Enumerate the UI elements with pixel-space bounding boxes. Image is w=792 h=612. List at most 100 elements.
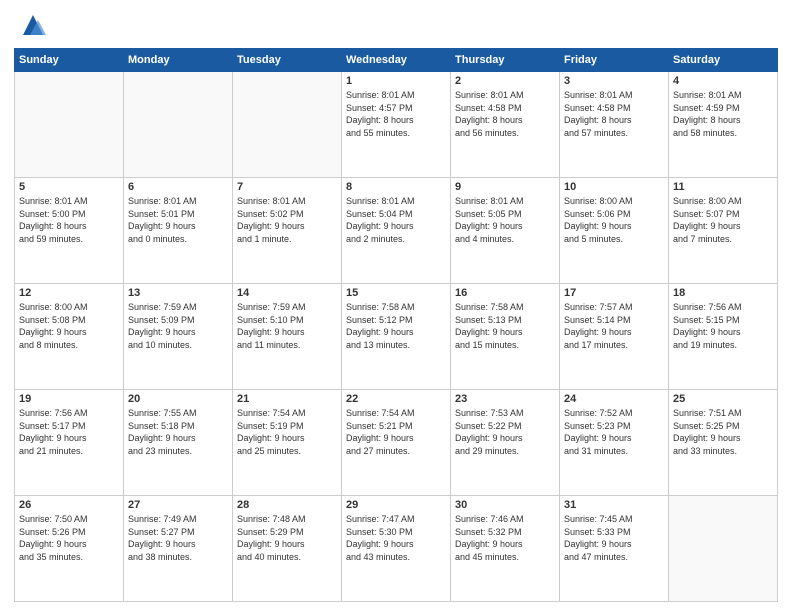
day-info: Sunrise: 7:51 AM Sunset: 5:25 PM Dayligh… [673, 407, 773, 457]
calendar-cell: 12Sunrise: 8:00 AM Sunset: 5:08 PM Dayli… [15, 284, 124, 390]
day-number: 30 [455, 499, 555, 511]
day-number: 12 [19, 287, 119, 299]
day-info: Sunrise: 8:01 AM Sunset: 5:05 PM Dayligh… [455, 195, 555, 245]
day-info: Sunrise: 8:01 AM Sunset: 4:58 PM Dayligh… [455, 89, 555, 139]
day-info: Sunrise: 7:59 AM Sunset: 5:09 PM Dayligh… [128, 301, 228, 351]
day-header-tuesday: Tuesday [233, 49, 342, 72]
calendar-header-row: SundayMondayTuesdayWednesdayThursdayFrid… [15, 49, 778, 72]
calendar-cell: 5Sunrise: 8:01 AM Sunset: 5:00 PM Daylig… [15, 178, 124, 284]
day-number: 8 [346, 181, 446, 193]
day-info: Sunrise: 8:01 AM Sunset: 5:02 PM Dayligh… [237, 195, 337, 245]
day-number: 31 [564, 499, 664, 511]
calendar-cell: 20 Sunrise: 7:55 AM Sunset: 5:18 PM Dayli… [124, 390, 233, 496]
calendar-week-4: 19 Sunrise: 7:56 AM Sunset: 5:17 PM Dayli… [15, 390, 778, 496]
day-header-saturday: Saturday [669, 49, 778, 72]
day-number: 9 [455, 181, 555, 193]
page-container: SundayMondayTuesdayWednesdayThursdayFrid… [0, 0, 792, 612]
calendar-week-5: 26 Sunrise: 7:50 AM Sunset: 5:26 PM Dayli… [15, 496, 778, 602]
day-info: Sunrise: 7:54 AM Sunset: 5:21 PM Dayligh… [346, 407, 446, 457]
day-header-thursday: Thursday [451, 49, 560, 72]
day-number: 17 [564, 287, 664, 299]
header [14, 10, 778, 40]
calendar-cell: 7 Sunrise: 8:01 AM Sunset: 5:02 PM Daylig… [233, 178, 342, 284]
day-number: 29 [346, 499, 446, 511]
calendar-cell: 28 Sunrise: 7:48 AM Sunset: 5:29 PM Dayli… [233, 496, 342, 602]
calendar-cell: 11 Sunrise: 8:00 AM Sunset: 5:07 PM Dayli… [669, 178, 778, 284]
day-number: 24 [564, 393, 664, 405]
day-number: 25 [673, 393, 773, 405]
day-info: Sunrise: 7:58 AM Sunset: 5:13 PM Dayligh… [455, 301, 555, 351]
day-number: 6 [128, 181, 228, 193]
day-header-sunday: Sunday [15, 49, 124, 72]
calendar-cell: 19 Sunrise: 7:56 AM Sunset: 5:17 PM Dayli… [15, 390, 124, 496]
day-info: Sunrise: 8:01 AM Sunset: 4:57 PM Dayligh… [346, 89, 446, 139]
day-number: 11 [673, 181, 773, 193]
calendar-cell: 25 Sunrise: 7:51 AM Sunset: 5:25 PM Dayli… [669, 390, 778, 496]
calendar-cell: 15Sunrise: 7:58 AM Sunset: 5:12 PM Dayli… [342, 284, 451, 390]
day-number: 1 [346, 75, 446, 87]
day-number: 21 [237, 393, 337, 405]
calendar-cell: 10 Sunrise: 8:00 AM Sunset: 5:06 PM Dayli… [560, 178, 669, 284]
day-number: 26 [19, 499, 119, 511]
day-number: 4 [673, 75, 773, 87]
day-number: 16 [455, 287, 555, 299]
day-info: Sunrise: 7:50 AM Sunset: 5:26 PM Dayligh… [19, 513, 119, 563]
calendar-cell: 2 Sunrise: 8:01 AM Sunset: 4:58 PM Daylig… [451, 72, 560, 178]
day-number: 13 [128, 287, 228, 299]
day-info: Sunrise: 7:49 AM Sunset: 5:27 PM Dayligh… [128, 513, 228, 563]
day-number: 14 [237, 287, 337, 299]
day-info: Sunrise: 7:47 AM Sunset: 5:30 PM Dayligh… [346, 513, 446, 563]
calendar-week-3: 12Sunrise: 8:00 AM Sunset: 5:08 PM Dayli… [15, 284, 778, 390]
day-number: 22 [346, 393, 446, 405]
calendar-cell [669, 496, 778, 602]
day-info: Sunrise: 7:59 AM Sunset: 5:10 PM Dayligh… [237, 301, 337, 351]
day-number: 7 [237, 181, 337, 193]
day-info: Sunrise: 8:00 AM Sunset: 5:06 PM Dayligh… [564, 195, 664, 245]
day-info: Sunrise: 8:01 AM Sunset: 5:04 PM Dayligh… [346, 195, 446, 245]
day-info: Sunrise: 7:45 AM Sunset: 5:33 PM Dayligh… [564, 513, 664, 563]
day-number: 23 [455, 393, 555, 405]
calendar-cell: 8 Sunrise: 8:01 AM Sunset: 5:04 PM Daylig… [342, 178, 451, 284]
calendar-cell: 1 Sunrise: 8:01 AM Sunset: 4:57 PM Daylig… [342, 72, 451, 178]
calendar-cell: 14 Sunrise: 7:59 AM Sunset: 5:10 PM Dayli… [233, 284, 342, 390]
calendar-cell: 22 Sunrise: 7:54 AM Sunset: 5:21 PM Dayli… [342, 390, 451, 496]
day-header-monday: Monday [124, 49, 233, 72]
logo-icon [18, 10, 48, 40]
day-info: Sunrise: 7:57 AM Sunset: 5:14 PM Dayligh… [564, 301, 664, 351]
day-info: Sunrise: 7:53 AM Sunset: 5:22 PM Dayligh… [455, 407, 555, 457]
calendar-cell: 30Sunrise: 7:46 AM Sunset: 5:32 PM Dayli… [451, 496, 560, 602]
day-info: Sunrise: 8:01 AM Sunset: 5:01 PM Dayligh… [128, 195, 228, 245]
day-number: 5 [19, 181, 119, 193]
calendar-cell: 27 Sunrise: 7:49 AM Sunset: 5:27 PM Dayli… [124, 496, 233, 602]
day-number: 19 [19, 393, 119, 405]
calendar-cell: 17 Sunrise: 7:57 AM Sunset: 5:14 PM Dayli… [560, 284, 669, 390]
day-info: Sunrise: 7:52 AM Sunset: 5:23 PM Dayligh… [564, 407, 664, 457]
calendar-cell: 9 Sunrise: 8:01 AM Sunset: 5:05 PM Daylig… [451, 178, 560, 284]
day-number: 10 [564, 181, 664, 193]
calendar-cell: 16 Sunrise: 7:58 AM Sunset: 5:13 PM Dayli… [451, 284, 560, 390]
day-info: Sunrise: 7:55 AM Sunset: 5:18 PM Dayligh… [128, 407, 228, 457]
day-info: Sunrise: 8:01 AM Sunset: 4:58 PM Dayligh… [564, 89, 664, 139]
day-header-friday: Friday [560, 49, 669, 72]
day-info: Sunrise: 7:56 AM Sunset: 5:15 PM Dayligh… [673, 301, 773, 351]
day-number: 15 [346, 287, 446, 299]
day-number: 27 [128, 499, 228, 511]
day-header-wednesday: Wednesday [342, 49, 451, 72]
day-number: 28 [237, 499, 337, 511]
day-info: Sunrise: 7:56 AM Sunset: 5:17 PM Dayligh… [19, 407, 119, 457]
calendar-cell [15, 72, 124, 178]
day-number: 3 [564, 75, 664, 87]
logo [14, 10, 48, 40]
day-number: 20 [128, 393, 228, 405]
calendar-cell: 24 Sunrise: 7:52 AM Sunset: 5:23 PM Dayli… [560, 390, 669, 496]
calendar-week-1: 1 Sunrise: 8:01 AM Sunset: 4:57 PM Daylig… [15, 72, 778, 178]
calendar-cell: 26 Sunrise: 7:50 AM Sunset: 5:26 PM Dayli… [15, 496, 124, 602]
day-info: Sunrise: 7:48 AM Sunset: 5:29 PM Dayligh… [237, 513, 337, 563]
day-number: 2 [455, 75, 555, 87]
day-info: Sunrise: 8:00 AM Sunset: 5:07 PM Dayligh… [673, 195, 773, 245]
calendar-cell: 3 Sunrise: 8:01 AM Sunset: 4:58 PM Daylig… [560, 72, 669, 178]
calendar-cell: 6 Sunrise: 8:01 AM Sunset: 5:01 PM Daylig… [124, 178, 233, 284]
calendar-cell: 29 Sunrise: 7:47 AM Sunset: 5:30 PM Dayli… [342, 496, 451, 602]
calendar-cell: 4Sunrise: 8:01 AM Sunset: 4:59 PM Daylig… [669, 72, 778, 178]
calendar-week-2: 5Sunrise: 8:01 AM Sunset: 5:00 PM Daylig… [15, 178, 778, 284]
